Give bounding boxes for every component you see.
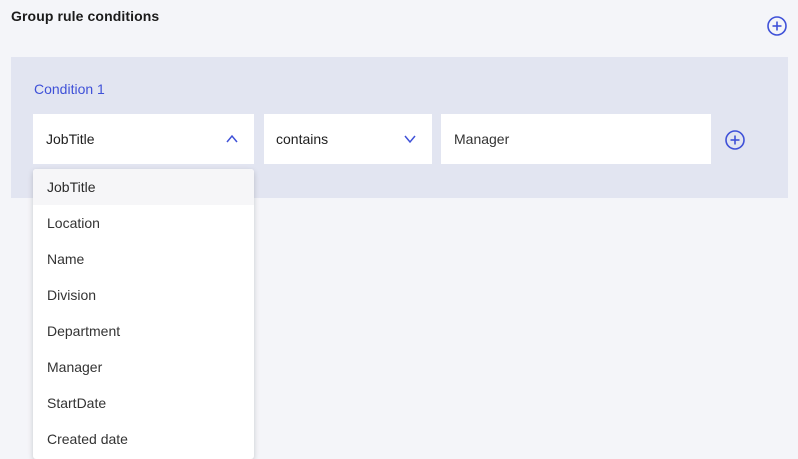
add-condition-button[interactable] [724, 129, 746, 151]
attribute-dropdown-menu: JobTitle Location Name Division Departme… [33, 169, 254, 459]
value-input[interactable] [441, 114, 711, 164]
dropdown-item-name[interactable]: Name [33, 241, 254, 277]
attribute-select-value: JobTitle [46, 131, 95, 147]
page-title: Group rule conditions [11, 8, 160, 24]
chevron-up-icon [224, 131, 240, 147]
chevron-down-icon [402, 131, 418, 147]
condition-label: Condition 1 [34, 81, 105, 97]
plus-circle-icon [725, 130, 745, 150]
add-group-button[interactable] [766, 15, 788, 37]
attribute-select[interactable]: JobTitle [33, 114, 254, 164]
dropdown-item-created-date[interactable]: Created date [33, 421, 254, 457]
dropdown-item-manager[interactable]: Manager [33, 349, 254, 385]
dropdown-item-jobtitle[interactable]: JobTitle [33, 169, 254, 205]
dropdown-item-department[interactable]: Department [33, 313, 254, 349]
dropdown-item-division[interactable]: Division [33, 277, 254, 313]
operator-select-value: contains [276, 131, 329, 147]
dropdown-item-location[interactable]: Location [33, 205, 254, 241]
plus-circle-icon [767, 16, 787, 36]
dropdown-item-startdate[interactable]: StartDate [33, 385, 254, 421]
operator-select[interactable]: contains [264, 114, 432, 164]
